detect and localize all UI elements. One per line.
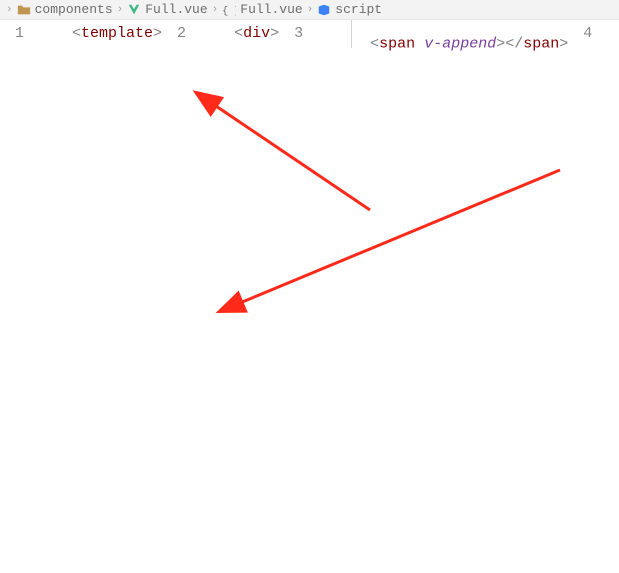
breadcrumb-item[interactable]: Full.vue	[240, 2, 302, 17]
code-editor[interactable]: 1 <template>2 <div>3 <span v-append></sp…	[0, 20, 619, 48]
vue-file-icon	[127, 3, 141, 17]
code-line[interactable]: 2 <div>	[162, 20, 279, 48]
code-content: <template>	[36, 20, 162, 48]
code-line[interactable]: 3 <span v-append></span>	[279, 20, 568, 48]
line-number: 3	[279, 20, 315, 48]
chevron-right-icon: ›	[307, 4, 314, 16]
chevron-right-icon: ›	[6, 4, 13, 16]
braces-icon: { }	[222, 3, 236, 17]
module-icon	[317, 3, 331, 17]
breadcrumb-item[interactable]: Full.vue	[145, 2, 207, 17]
code-content: </div>	[604, 20, 619, 48]
breadcrumb-item[interactable]: script	[335, 2, 382, 17]
svg-text:{ }: { }	[222, 5, 236, 17]
code-content: <span v-append></span>	[315, 20, 568, 48]
chevron-right-icon: ›	[117, 4, 124, 16]
annotation-arrow	[210, 102, 370, 210]
annotation-layer	[0, 20, 619, 573]
chevron-right-icon: ›	[212, 4, 219, 16]
line-number: 4	[568, 20, 604, 48]
breadcrumb[interactable]: › components › Full.vue › { } Full.vue ›…	[0, 0, 619, 20]
line-number: 2	[162, 20, 198, 48]
breadcrumb-item[interactable]: components	[35, 2, 113, 17]
folder-icon	[17, 3, 31, 17]
code-line[interactable]: 1 <template>	[0, 20, 162, 48]
code-content: <div>	[198, 20, 279, 48]
code-line[interactable]: 4 </div>	[568, 20, 619, 48]
annotation-arrow	[235, 170, 560, 305]
line-number: 1	[0, 20, 36, 48]
